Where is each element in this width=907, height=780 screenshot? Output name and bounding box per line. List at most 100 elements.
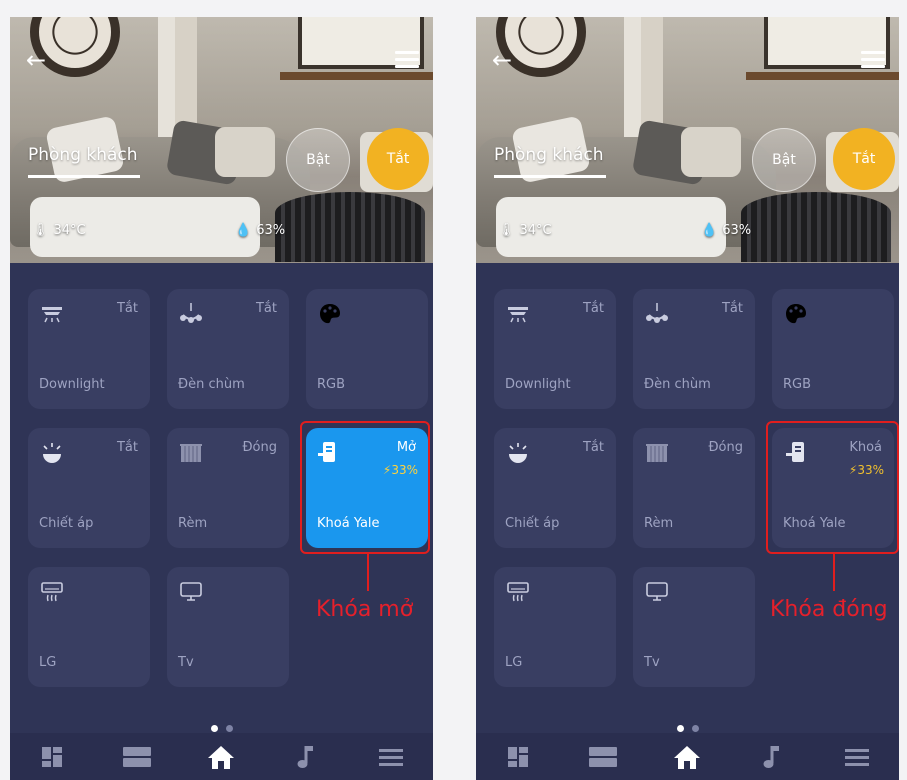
tile-name: Đèn chùm [178, 377, 245, 392]
back-arrow-icon[interactable]: ← [26, 47, 52, 73]
dashboard-icon [508, 746, 529, 767]
tile-status: Đóng [708, 440, 743, 455]
humidity-value: 63% [722, 223, 752, 238]
tile-status: Tắt [116, 301, 138, 316]
page-dot-active[interactable] [676, 725, 684, 732]
nav-music[interactable] [286, 737, 326, 777]
nav-dashboard[interactable] [32, 737, 72, 777]
air-conditioner-icon [507, 582, 529, 602]
all-off-button[interactable]: Tắt [833, 128, 895, 190]
tile-downlight[interactable]: Tắt Downlight [494, 289, 616, 409]
tile-rgb[interactable]: RGB [772, 289, 894, 409]
tile-status: Tắt [582, 301, 604, 316]
tv-icon [180, 582, 202, 601]
tile-dimmer[interactable]: Tắt Chiết áp [494, 428, 616, 548]
curtain-icon [646, 444, 668, 462]
tv-icon [646, 582, 668, 601]
downlight-icon [508, 307, 528, 323]
home-icon [674, 745, 701, 769]
tile-dimmer[interactable]: Tắt Chiết áp [28, 428, 150, 548]
callout-box [766, 421, 899, 554]
tile-name: Downlight [39, 377, 105, 392]
dimmer-lamp-icon [43, 443, 61, 463]
dashboard-icon [42, 746, 63, 767]
hamburger-menu-icon[interactable] [861, 51, 885, 69]
phone-screen-lock-open: ← Phòng khách Bật Tắt 🌡 34°C 💧 63% Tắt Dow… [10, 17, 433, 780]
tile-curtain[interactable]: Đóng Rèm [167, 428, 289, 548]
tile-tv[interactable]: Tv [633, 567, 755, 687]
tile-curtain[interactable]: Đóng Rèm [633, 428, 755, 548]
temperature-readout: 🌡 34°C [498, 223, 552, 238]
humidity-readout: 💧 63% [235, 223, 285, 238]
nav-home[interactable] [201, 737, 241, 777]
tile-name: LG [505, 655, 523, 670]
tile-name: Rèm [178, 516, 208, 531]
back-arrow-icon[interactable]: ← [492, 47, 518, 73]
tile-name: RGB [317, 377, 346, 392]
scenes-icon [122, 746, 151, 767]
humidity-value: 63% [256, 223, 286, 238]
tile-name: RGB [783, 377, 812, 392]
chandelier-icon [180, 303, 202, 323]
curtain-icon [180, 444, 202, 462]
all-off-button[interactable]: Tắt [367, 128, 429, 190]
tile-downlight[interactable]: Tắt Downlight [28, 289, 150, 409]
nav-scenes[interactable] [583, 737, 623, 777]
callout-label: Khóa mở [316, 597, 414, 622]
temperature-value: 34°C [519, 223, 552, 238]
tile-lg-ac[interactable]: LG [494, 567, 616, 687]
tile-status: Tắt [255, 301, 277, 316]
tile-chandelier[interactable]: Tắt Đèn chùm [167, 289, 289, 409]
tile-lg-ac[interactable]: LG [28, 567, 150, 687]
nav-music[interactable] [752, 737, 792, 777]
home-icon [208, 745, 235, 769]
temperature-readout: 🌡 34°C [32, 223, 86, 238]
dimmer-lamp-icon [509, 443, 527, 463]
palette-icon [786, 304, 806, 324]
water-drop-icon: 💧 [701, 223, 718, 238]
temperature-value: 34°C [53, 223, 86, 238]
chandelier-icon [646, 303, 668, 323]
nav-menu[interactable] [371, 737, 411, 777]
phone-screen-lock-closed: ← Phòng khách Bật Tắt 🌡 34°C 💧 63% Tắt Dow… [476, 17, 899, 780]
hamburger-menu-icon[interactable] [395, 51, 419, 69]
tile-chandelier[interactable]: Tắt Đèn chùm [633, 289, 755, 409]
bottom-nav [10, 733, 433, 780]
callout-line [833, 554, 835, 591]
tile-status: Tắt [116, 440, 138, 455]
all-on-button[interactable]: Bật [752, 128, 816, 192]
tile-name: LG [39, 655, 57, 670]
nav-menu[interactable] [837, 737, 877, 777]
music-icon [763, 745, 780, 768]
tile-name: Chiết áp [505, 516, 560, 531]
page-dot-active[interactable] [210, 725, 218, 732]
callout-label: Khóa đóng [770, 597, 888, 622]
menu-icon [378, 748, 403, 766]
nav-scenes[interactable] [117, 737, 157, 777]
all-on-button[interactable]: Bật [286, 128, 350, 192]
downlight-icon [42, 307, 62, 323]
room-title: Phòng khách [28, 145, 140, 178]
bottom-nav [476, 733, 899, 780]
nav-home[interactable] [667, 737, 707, 777]
menu-icon [844, 748, 869, 766]
nav-dashboard[interactable] [498, 737, 538, 777]
page-dot[interactable] [225, 725, 233, 732]
tile-tv[interactable]: Tv [167, 567, 289, 687]
room-title: Phòng khách [494, 145, 606, 178]
music-icon [297, 745, 314, 768]
palette-icon [320, 304, 340, 324]
tile-status: Tắt [582, 440, 604, 455]
tile-rgb[interactable]: RGB [306, 289, 428, 409]
water-drop-icon: 💧 [235, 223, 252, 238]
tile-name: Chiết áp [39, 516, 94, 531]
tile-status: Đóng [242, 440, 277, 455]
callout-box [300, 421, 430, 554]
air-conditioner-icon [41, 582, 63, 602]
tile-status: Tắt [721, 301, 743, 316]
page-dot[interactable] [691, 725, 699, 732]
thermometer-icon: 🌡 [498, 223, 515, 238]
tile-name: Rèm [644, 516, 674, 531]
callout-line [367, 554, 369, 591]
humidity-readout: 💧 63% [701, 223, 751, 238]
